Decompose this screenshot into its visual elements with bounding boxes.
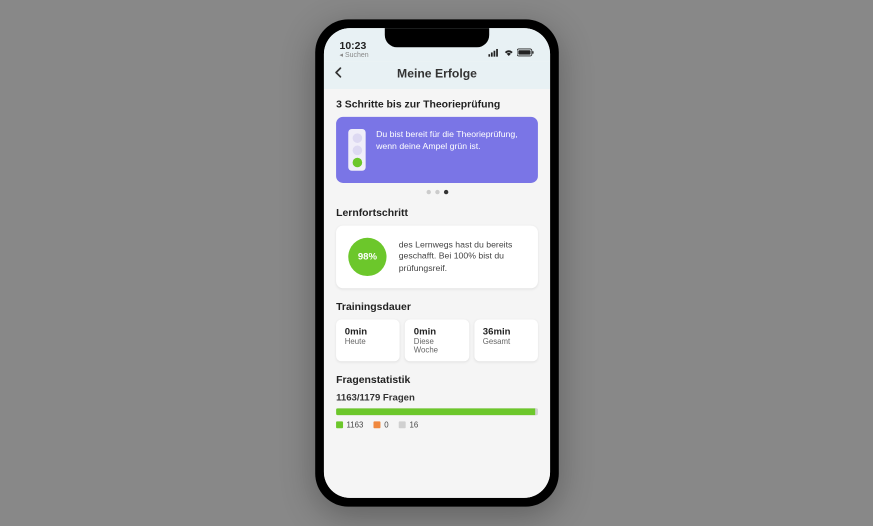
stats-legend: 1163 0 16: [336, 420, 538, 429]
traffic-light-red: [352, 133, 362, 143]
training-row: 0min Heute 0min Diese Woche 36min Gesamt: [336, 320, 538, 362]
carousel-dot-3[interactable]: [443, 190, 447, 194]
status-icons: [488, 48, 534, 59]
training-today: 0min Heute: [336, 320, 400, 362]
training-total-value: 36min: [482, 327, 528, 337]
legend-correct-swatch: [336, 421, 343, 428]
training-total-label: Gesamt: [482, 337, 528, 346]
traffic-light-yellow: [352, 145, 362, 155]
stats-bar-correct: [336, 408, 535, 415]
progress-card: 98% des Lernwegs hast du bereits geschaf…: [336, 226, 538, 289]
training-week-label: Diese Woche: [413, 337, 459, 354]
notch: [384, 28, 488, 47]
back-button[interactable]: [332, 63, 344, 83]
traffic-light-icon: [348, 129, 365, 171]
training-total: 36min Gesamt: [474, 320, 538, 362]
legend-correct-value: 1163: [346, 420, 363, 429]
carousel-dot-1[interactable]: [426, 190, 430, 194]
stats-title: Fragenstatistik: [336, 373, 538, 385]
page-title: Meine Erfolge: [334, 66, 539, 80]
stats-summary: 1163/1179 Fragen: [336, 393, 538, 403]
legend-open-swatch: [399, 421, 406, 428]
phone-frame: 10:23 ◂ Suchen Meine Erfolge: [315, 19, 559, 506]
progress-text: des Lernwegs hast du bereits geschafft. …: [398, 239, 525, 274]
chevron-left-icon: [332, 66, 344, 78]
wifi-icon: [503, 48, 514, 59]
progress-title: Lernfortschritt: [336, 206, 538, 218]
banner-text: Du bist bereit für die Theorieprüfung, w…: [376, 129, 526, 171]
training-title: Trainingsdauer: [336, 300, 538, 312]
training-week-value: 0min: [413, 327, 459, 337]
training-today-label: Heute: [344, 337, 390, 346]
legend-wrong-value: 0: [384, 420, 388, 429]
signal-icon: [488, 48, 500, 59]
legend-open-value: 16: [409, 420, 418, 429]
legend-open: 16: [399, 420, 418, 429]
progress-percent: 98%: [357, 252, 376, 262]
stats-bar-open: [535, 408, 538, 415]
steps-title: 3 Schritte bis zur Theorieprüfung: [336, 98, 538, 110]
screen: 10:23 ◂ Suchen Meine Erfolge: [323, 28, 549, 498]
training-week: 0min Diese Woche: [405, 320, 469, 362]
carousel-dots: [336, 190, 538, 194]
progress-circle: 98%: [348, 238, 386, 276]
readiness-banner[interactable]: Du bist bereit für die Theorieprüfung, w…: [336, 117, 538, 183]
legend-wrong-swatch: [373, 421, 380, 428]
header: Meine Erfolge: [323, 61, 549, 89]
stats-bar: [336, 408, 538, 415]
status-back-app[interactable]: ◂ Suchen: [339, 52, 368, 60]
training-today-value: 0min: [344, 327, 390, 337]
battery-icon: [517, 48, 534, 59]
traffic-light-green: [352, 157, 362, 167]
carousel-dot-2[interactable]: [434, 190, 438, 194]
legend-correct: 1163: [336, 420, 363, 429]
legend-wrong: 0: [373, 420, 388, 429]
content[interactable]: 3 Schritte bis zur Theorieprüfung Du bis…: [323, 89, 549, 498]
